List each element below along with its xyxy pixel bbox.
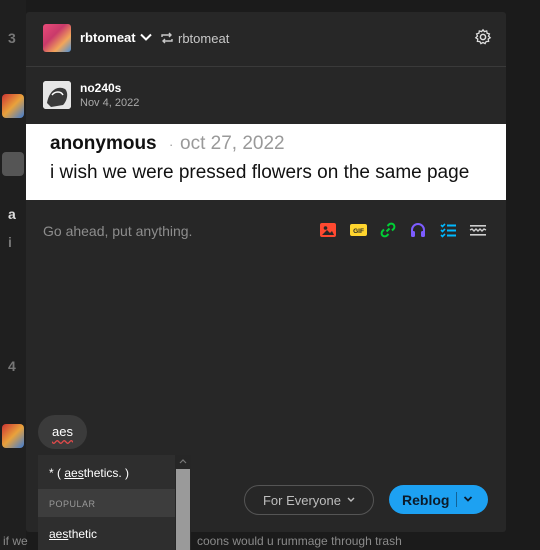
post-date: Nov 4, 2022 — [80, 97, 140, 109]
ask-block: anonymous · oct 27, 2022 i wish we were … — [26, 124, 506, 200]
gear-icon[interactable] — [474, 28, 492, 46]
separator: · — [169, 137, 174, 152]
gif-icon[interactable]: GIF — [349, 221, 367, 239]
reblog-modal: rbtomeat rbtomeat no240s Nov 4, 2022 ano… — [26, 12, 506, 532]
svg-text:GIF: GIF — [353, 228, 364, 235]
asker-name: anonymous — [50, 133, 157, 154]
popular-section-header: POPULAR — [38, 489, 175, 517]
background-page: 3 a i 4 — [0, 0, 26, 550]
author-avatar[interactable] — [43, 81, 71, 109]
image-icon[interactable] — [319, 221, 337, 239]
asked-date: oct 27, 2022 — [180, 133, 285, 154]
background-thumbnail — [2, 94, 24, 118]
reblog-button-label: Reblog — [402, 492, 450, 508]
background-text: a — [8, 206, 16, 222]
blog-avatar[interactable] — [43, 24, 71, 52]
link-icon[interactable] — [379, 221, 397, 239]
divider — [456, 492, 457, 507]
blog-selector-label[interactable]: rbtomeat — [80, 30, 136, 45]
tag-suggestions: * ( aesthetics. ) POPULAR aesthetic — [38, 455, 191, 550]
audio-icon[interactable] — [409, 221, 427, 239]
post-body-placeholder[interactable]: Go ahead, put anything. — [43, 223, 192, 239]
modal-header: rbtomeat rbtomeat — [26, 12, 506, 67]
background-text: 4 — [8, 358, 16, 374]
reblog-icon — [161, 32, 173, 44]
background-text: 3 — [8, 30, 16, 46]
post-header: no240s Nov 4, 2022 — [26, 67, 506, 123]
chevron-up-icon[interactable] — [179, 458, 187, 464]
audience-label: For Everyone — [262, 492, 342, 508]
background-text: if we — [3, 534, 28, 548]
audience-selector[interactable]: For Everyone — [244, 485, 374, 515]
chevron-down-icon[interactable] — [463, 494, 473, 504]
tag-suggestion-item[interactable]: * ( aesthetics. ) — [49, 466, 129, 480]
checklist-icon[interactable] — [439, 221, 457, 239]
chevron-down-icon[interactable] — [139, 30, 153, 44]
background-text: i — [8, 234, 12, 250]
background-text: coons would u rummage through trash — [197, 534, 402, 548]
background-thumbnail — [2, 152, 24, 176]
reblog-source-name[interactable]: rbtomeat — [178, 31, 229, 46]
tag-input-text: aes — [52, 424, 73, 439]
post-author[interactable]: no240s — [80, 81, 121, 95]
reblog-button[interactable]: Reblog — [389, 485, 488, 514]
tag-suggestion-item[interactable]: aesthetic — [49, 527, 97, 541]
chevron-down-icon — [347, 497, 355, 502]
ask-question: i wish we were pressed flowers on the sa… — [50, 162, 470, 183]
readmore-icon[interactable] — [469, 221, 487, 239]
scrollbar-thumb[interactable] — [176, 469, 190, 550]
tag-input[interactable]: aes — [38, 415, 87, 449]
background-thumbnail — [2, 424, 24, 448]
